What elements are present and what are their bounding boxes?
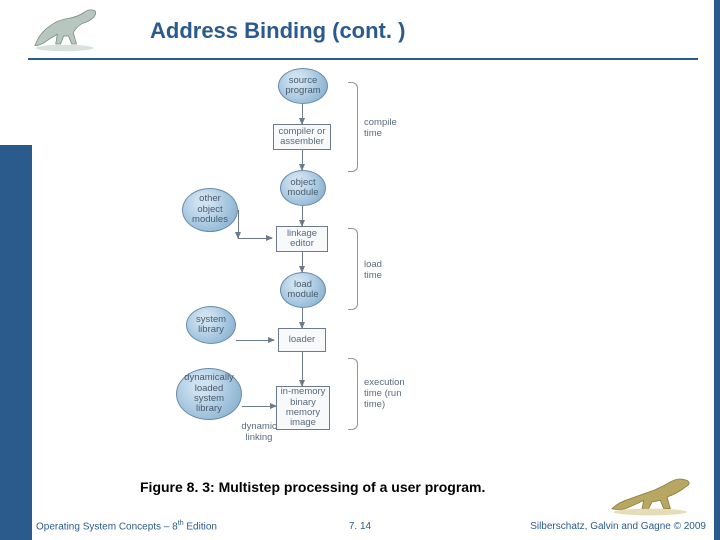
footer-right: Silberschatz, Galvin and Gagne © 2009 xyxy=(530,521,706,532)
connector xyxy=(238,210,239,238)
content-area: source program compiler or assembler obj… xyxy=(32,60,714,480)
page-title: Address Binding (cont. ) xyxy=(150,18,405,44)
arrow xyxy=(302,352,303,386)
node-loader: loader xyxy=(278,328,326,352)
node-dynamic-system-library: dynamically loaded system library xyxy=(176,368,242,420)
bracket-load-time xyxy=(348,228,358,310)
node-object-module: object module xyxy=(280,170,326,206)
arrow xyxy=(302,308,303,328)
node-inmemory-image: in-memory binary memory image xyxy=(276,386,330,430)
arrow xyxy=(302,252,303,272)
arrow xyxy=(236,340,274,341)
label-load-time: load time xyxy=(364,260,382,282)
footer: Operating System Concepts – 8th Edition … xyxy=(0,512,720,540)
label: other object modules xyxy=(192,194,228,225)
label: linkage editor xyxy=(287,229,317,250)
arrow xyxy=(302,206,303,226)
label-execution-time: execution time (run time) xyxy=(364,378,405,411)
label-compile-time: compile time xyxy=(364,118,397,140)
bracket-execution-time xyxy=(348,358,358,430)
node-system-library: system library xyxy=(186,306,236,344)
arrow xyxy=(242,406,276,407)
dinosaur-logo-right xyxy=(602,466,702,518)
label: load module xyxy=(287,280,318,301)
label: system library xyxy=(196,315,226,336)
label: dynamically loaded system library xyxy=(184,373,234,415)
node-compiler: compiler or assembler xyxy=(273,124,331,150)
arrow xyxy=(302,104,303,124)
node-load-module: load module xyxy=(280,272,326,308)
label: compiler or assembler xyxy=(279,127,326,148)
label: source program xyxy=(285,76,320,97)
flow-diagram: source program compiler or assembler obj… xyxy=(172,68,492,473)
dinosaur-logo-left xyxy=(26,4,111,52)
label: object module xyxy=(287,178,318,199)
arrow xyxy=(302,150,303,170)
node-other-object-modules: other object modules xyxy=(182,188,238,232)
node-linkage-editor: linkage editor xyxy=(276,226,328,252)
right-accent-rule xyxy=(714,0,720,540)
bracket-compile-time xyxy=(348,82,358,172)
label: in-memory binary memory image xyxy=(281,387,326,429)
figure-caption: Figure 8. 3: Multistep processing of a u… xyxy=(140,479,485,495)
arrow xyxy=(238,238,272,239)
node-source-program: source program xyxy=(278,68,328,104)
label: loader xyxy=(289,335,315,345)
